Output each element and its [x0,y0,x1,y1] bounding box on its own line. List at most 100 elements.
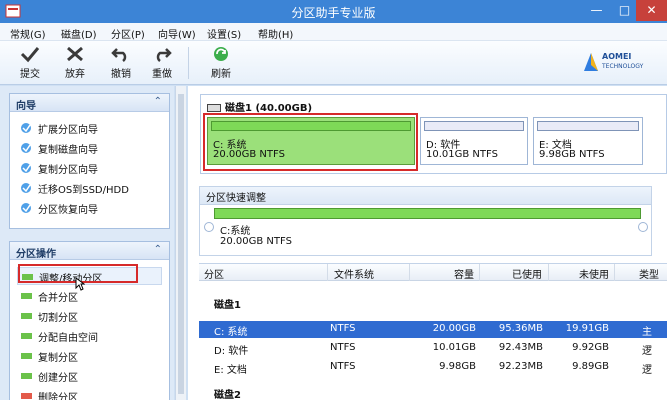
col-separator [409,264,410,281]
quick-adjust-name: C:系统 [220,226,251,237]
redo-icon [156,48,172,62]
allocate-icon [21,333,32,339]
quick-adjust-panel: 分区快速调整 C:系统 20.00GB NTFS [199,186,652,256]
cell-name: D: 软件 [214,346,249,357]
col-separator [614,264,615,281]
table-header: 分区 文件系统 容量 已使用 未使用 类型 [199,264,667,281]
wizard-panel-title: 向导 [16,101,36,112]
quick-adjust-bar[interactable] [214,208,641,219]
sidebar-scrollbar[interactable] [175,86,186,400]
wizard-icon [21,203,31,213]
aomei-logo: AOMEI TECHNOLOGY [582,49,662,77]
disk-icon [207,104,221,112]
disk-group-label: 磁盘1 [214,300,241,311]
minimize-button[interactable]: — [583,0,610,21]
create-icon [21,373,32,379]
resize-handle-right[interactable] [638,222,648,232]
partition-d[interactable]: D: 软件 10.01GB NTFS [420,117,528,165]
discard-button[interactable]: 放弃 [58,45,92,83]
menu-bar: 常规(G) 磁盘(D) 分区(P) 向导(W) 设置(S) 帮助(H) [0,23,667,41]
col-separator [548,264,549,281]
window-title: 分区助手专业版 [291,6,376,20]
copy-icon [21,353,32,359]
op-label: 合并分区 [38,293,78,304]
mouse-cursor-icon [75,277,85,291]
op-delete[interactable]: 删除分区 [17,387,162,400]
cell-name: C: 系统 [214,327,248,338]
quick-adjust-size: 20.00GB NTFS [220,236,292,247]
refresh-button[interactable]: 刷新 [204,45,238,83]
col-capacity[interactable]: 容量 [454,266,474,281]
wizard-panel-header[interactable]: 向导 ⌃ [10,94,169,112]
commit-button[interactable]: 提交 [13,45,47,83]
op-merge[interactable]: 合并分区 [17,287,162,305]
commit-label: 提交 [20,69,40,80]
col-type[interactable]: 类型 [639,266,659,281]
logo-subtext: TECHNOLOGY [602,63,644,70]
op-create[interactable]: 创建分区 [17,367,162,385]
wizard-icon [21,123,31,133]
col-free[interactable]: 未使用 [579,266,609,281]
sidebar: 向导 ⌃ 扩展分区向导 复制磁盘向导 复制分区向导 迁移OS到SSD/HDD 分… [0,86,174,400]
undo-button[interactable]: 撤销 [104,45,138,83]
discard-icon [67,46,83,62]
cell-fs: NTFS [330,323,356,334]
wizard-item-migrate-os[interactable]: 迁移OS到SSD/HDD [17,179,162,197]
op-split[interactable]: 切割分区 [17,307,162,325]
partition-usage-bar [537,121,639,131]
cell-type: 主 [642,327,652,338]
redo-label: 重做 [152,69,172,80]
cell-type: 逻 [642,365,652,376]
wizard-item-copy-disk[interactable]: 复制磁盘向导 [17,139,162,157]
op-label: 切割分区 [38,313,78,324]
cell-capacity: 10.01GB [432,342,476,353]
menu-help[interactable]: 帮助(H) [258,26,293,41]
op-allocate[interactable]: 分配自由空间 [17,327,162,345]
maximize-button[interactable]: □ [611,0,638,21]
cell-used: 95.36MB [498,323,543,334]
title-bar: 分区助手专业版 — □ ✕ [0,0,667,23]
ops-panel-header[interactable]: 分区操作 ⌃ [10,242,169,260]
toolbar: 提交 放弃 撤销 重做 刷新 [0,41,667,85]
undo-icon [111,48,127,62]
refresh-icon [214,47,228,61]
menu-partition[interactable]: 分区(P) [111,26,145,41]
redo-button[interactable]: 重做 [145,45,179,83]
collapse-icon[interactable]: ⌃ [154,244,162,255]
col-partition[interactable]: 分区 [204,266,224,281]
menu-wizard[interactable]: 向导(W) [158,26,196,41]
wizard-icon [21,183,31,193]
logo-mark-icon [584,53,598,71]
disk-group-label: 磁盘2 [214,390,241,400]
col-used[interactable]: 已使用 [512,266,542,281]
partition-table: 分区 文件系统 容量 已使用 未使用 类型 磁盘1 C: 系统 NTFS 20.… [199,263,667,400]
wizard-item-extend[interactable]: 扩展分区向导 [17,119,162,137]
op-label: 创建分区 [38,373,78,384]
scrollbar-thumb[interactable] [178,94,184,394]
op-copy[interactable]: 复制分区 [17,347,162,365]
logo-text: AOMEI [602,52,632,61]
wizard-item-copy-partition[interactable]: 复制分区向导 [17,159,162,177]
resize-handle-left[interactable] [204,222,214,232]
wizard-item-recovery[interactable]: 分区恢复向导 [17,199,162,217]
menu-disk[interactable]: 磁盘(D) [61,26,97,41]
cell-capacity: 9.98GB [439,361,476,372]
cell-free: 19.91GB [565,323,609,334]
collapse-icon[interactable]: ⌃ [154,96,162,107]
table-row[interactable]: C: 系统 NTFS 20.00GB 95.36MB 19.91GB 主 [199,321,667,338]
close-button[interactable]: ✕ [636,0,667,21]
col-filesystem[interactable]: 文件系统 [334,266,374,281]
partition-e[interactable]: E: 文档 9.98GB NTFS [533,117,643,165]
disk-header: 磁盘1 (40.00GB) [207,99,312,114]
cell-used: 92.23MB [498,361,543,372]
menu-general[interactable]: 常规(G) [10,26,46,41]
wizard-item-label: 迁移OS到SSD/HDD [38,185,129,196]
merge-icon [21,293,32,299]
wizard-item-label: 复制磁盘向导 [38,145,98,156]
menu-settings[interactable]: 设置(S) [207,26,241,41]
cell-fs: NTFS [330,361,356,372]
ops-panel-title: 分区操作 [16,249,56,260]
undo-label: 撤销 [111,69,131,80]
table-row[interactable]: E: 文档 NTFS 9.98GB 92.23MB 9.89GB 逻 [199,359,667,376]
table-row[interactable]: D: 软件 NTFS 10.01GB 92.43MB 9.92GB 逻 [199,340,667,357]
